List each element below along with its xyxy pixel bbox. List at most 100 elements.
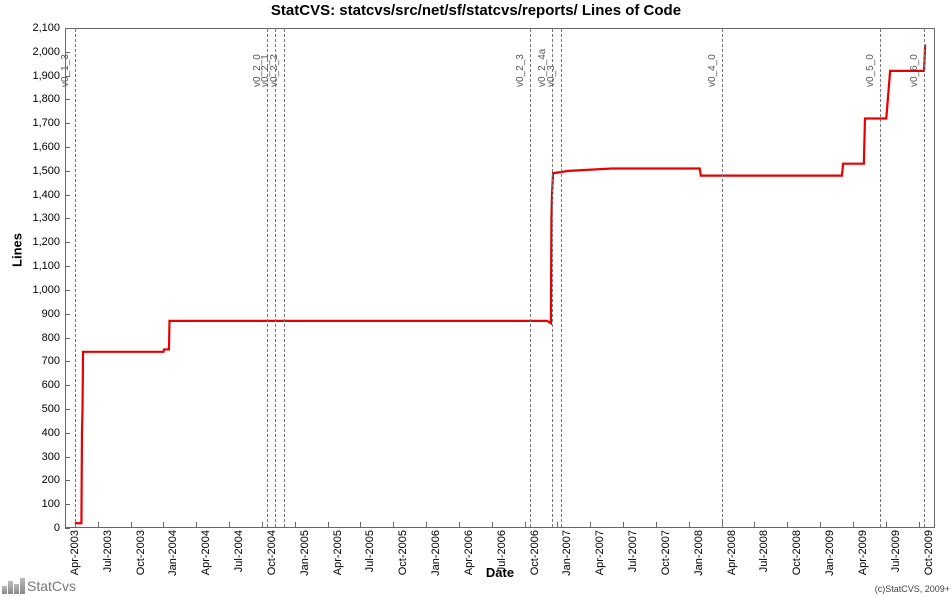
x-tick xyxy=(919,522,920,527)
y-tick-label: 400 xyxy=(42,427,60,439)
version-marker-line xyxy=(530,29,531,527)
y-tick-label: 1,300 xyxy=(32,212,60,224)
logo-text: StatCvs xyxy=(27,578,76,594)
x-tick xyxy=(163,522,164,527)
x-tick-label: Apr-2009 xyxy=(857,530,869,575)
y-tick xyxy=(65,28,70,29)
x-tick-label: Jul-2004 xyxy=(233,530,245,572)
x-tick xyxy=(623,522,624,527)
y-tick-label: 1,400 xyxy=(32,189,60,201)
x-tick-label: Apr-2008 xyxy=(726,530,738,575)
y-tick-label: 0 xyxy=(54,522,60,534)
version-marker-line xyxy=(552,29,553,527)
x-tick-label: Jul-2008 xyxy=(758,530,770,572)
x-tick xyxy=(360,522,361,527)
x-tick xyxy=(393,522,394,527)
x-tick-label: Oct-2003 xyxy=(135,530,147,575)
y-tick-label: 1,000 xyxy=(32,284,60,296)
y-tick-label: 1,500 xyxy=(32,165,60,177)
x-tick xyxy=(262,522,263,527)
data-line xyxy=(75,45,925,524)
y-tick-label: 900 xyxy=(42,308,60,320)
y-tick-label: 1,900 xyxy=(32,70,60,82)
y-axis-label: Lines xyxy=(9,233,24,267)
x-tick xyxy=(98,522,99,527)
version-marker-label: v0_5_0 xyxy=(865,54,876,87)
x-tick xyxy=(853,522,854,527)
x-tick xyxy=(787,522,788,527)
statcvs-logo: StatCvs xyxy=(2,576,76,594)
y-tick-label: 600 xyxy=(42,379,60,391)
y-tick xyxy=(65,409,70,410)
y-tick xyxy=(65,290,70,291)
x-tick xyxy=(656,522,657,527)
x-tick-label: Oct-2009 xyxy=(923,530,935,575)
y-tick-label: 700 xyxy=(42,355,60,367)
y-tick xyxy=(65,266,70,267)
y-tick-label: 1,700 xyxy=(32,117,60,129)
x-tick xyxy=(426,522,427,527)
version-marker-line xyxy=(924,29,925,527)
x-tick-label: Oct-2004 xyxy=(266,530,278,575)
y-tick xyxy=(65,433,70,434)
x-tick-label: Jul-2005 xyxy=(364,530,376,572)
x-tick-label: Jan-2006 xyxy=(430,530,442,576)
y-tick xyxy=(65,171,70,172)
x-tick-label: Apr-2007 xyxy=(594,530,606,575)
y-tick xyxy=(65,361,70,362)
x-tick-label: Jul-2003 xyxy=(102,530,114,572)
y-tick xyxy=(65,195,70,196)
x-tick xyxy=(459,522,460,527)
y-tick-label: 1,800 xyxy=(32,93,60,105)
x-tick xyxy=(229,522,230,527)
x-tick xyxy=(525,522,526,527)
line-series xyxy=(65,28,935,528)
version-marker-label: v0_2_3 xyxy=(515,54,526,87)
y-tick-label: 1,200 xyxy=(32,236,60,248)
y-tick-label: 800 xyxy=(42,332,60,344)
x-tick xyxy=(295,522,296,527)
copyright-text: (c)StatCVS, 2009+ xyxy=(875,584,950,594)
x-tick-label: Jan-2004 xyxy=(167,530,179,576)
y-tick-label: 2,000 xyxy=(32,46,60,58)
x-tick-label: Jul-2007 xyxy=(627,530,639,572)
y-tick-label: 200 xyxy=(42,474,60,486)
x-tick-label: Oct-2008 xyxy=(791,530,803,575)
x-tick xyxy=(65,522,66,527)
x-tick xyxy=(754,522,755,527)
version-marker-label: v0_2_2 xyxy=(269,54,280,87)
x-tick-label: Jul-2009 xyxy=(890,530,902,572)
y-tick xyxy=(65,480,70,481)
x-tick-label: Jan-2009 xyxy=(824,530,836,576)
version-marker-line xyxy=(880,29,881,527)
version-marker-label: v0_3 xyxy=(546,65,557,87)
x-tick-label: Apr-2006 xyxy=(463,530,475,575)
version-marker-line xyxy=(561,29,562,527)
y-tick-label: 1,600 xyxy=(32,141,60,153)
version-marker-line xyxy=(275,29,276,527)
x-tick-label: Oct-2005 xyxy=(397,530,409,575)
version-marker-line xyxy=(284,29,285,527)
y-tick xyxy=(65,528,70,529)
x-tick xyxy=(196,522,197,527)
x-tick xyxy=(328,522,329,527)
y-tick xyxy=(65,218,70,219)
y-tick xyxy=(65,242,70,243)
y-tick xyxy=(65,147,70,148)
y-tick xyxy=(65,99,70,100)
chart-root: StatCVS: statcvs/src/net/sf/statcvs/repo… xyxy=(0,0,952,596)
x-tick-label: Jan-2008 xyxy=(693,530,705,576)
x-tick xyxy=(886,522,887,527)
x-tick-label: Jan-2005 xyxy=(299,530,311,576)
x-tick-label: Oct-2006 xyxy=(529,530,541,575)
x-tick-label: Oct-2007 xyxy=(660,530,672,575)
x-tick xyxy=(689,522,690,527)
version-marker-label: v0_6_0 xyxy=(909,54,920,87)
x-tick-label: Apr-2004 xyxy=(200,530,212,575)
y-tick-label: 2,100 xyxy=(32,22,60,34)
x-tick xyxy=(492,522,493,527)
y-tick xyxy=(65,385,70,386)
x-tick xyxy=(590,522,591,527)
x-tick xyxy=(820,522,821,527)
x-tick-label: Jan-2007 xyxy=(561,530,573,576)
